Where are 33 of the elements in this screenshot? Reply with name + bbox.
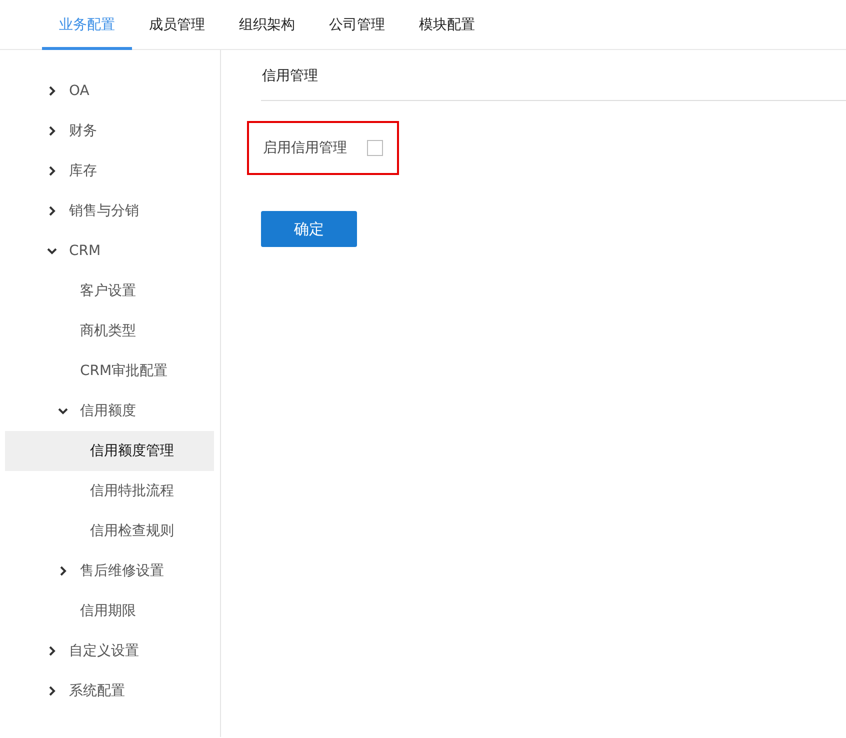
nav-tab[interactable]: 成员管理 [132,0,222,50]
sidebar-item[interactable]: 信用额度管理 [5,431,214,471]
sidebar-item[interactable]: 自定义设置 [5,631,214,671]
chevron-icon[interactable] [47,686,57,696]
chevron-icon[interactable] [47,166,57,176]
chevron-icon[interactable] [58,406,68,416]
sidebar-item[interactable]: 商机类型 [5,311,214,351]
sidebar-item[interactable]: CRM审批配置 [5,351,214,391]
section-title: 信用管理 [261,51,846,101]
sidebar-item[interactable]: 销售与分销 [5,191,214,231]
chevron-icon[interactable] [47,246,57,256]
chevron-icon[interactable] [47,86,57,96]
sidebar-item[interactable]: OA [5,71,214,111]
sidebar-item[interactable]: 系统配置 [5,671,214,711]
chevron-icon[interactable] [47,206,57,216]
nav-tab[interactable]: 公司管理 [312,0,402,50]
sidebar-item[interactable]: 信用额度 [5,391,214,431]
nav-tab[interactable]: 组织架构 [222,0,312,50]
sidebar-item[interactable]: 信用期限 [5,591,214,631]
sidebar-item[interactable]: 信用检查规则 [5,511,214,551]
checkbox[interactable] [367,140,383,156]
sidebar-item[interactable]: 客户设置 [5,271,214,311]
setting-label: 启用信用管理 [263,139,347,157]
sidebar-item[interactable]: CRM [5,231,214,271]
sidebar-item[interactable]: 售后维修设置 [5,551,214,591]
confirm-button[interactable]: 确定 [261,211,357,247]
sidebar-item[interactable]: 财务 [5,111,214,151]
sidebar-item[interactable]: 信用特批流程 [5,471,214,511]
sidebar-item[interactable]: 库存 [5,151,214,191]
chevron-icon[interactable] [58,566,68,576]
nav-tab[interactable]: 模块配置 [402,0,492,50]
chevron-icon[interactable] [47,646,57,656]
chevron-icon[interactable] [47,126,57,136]
